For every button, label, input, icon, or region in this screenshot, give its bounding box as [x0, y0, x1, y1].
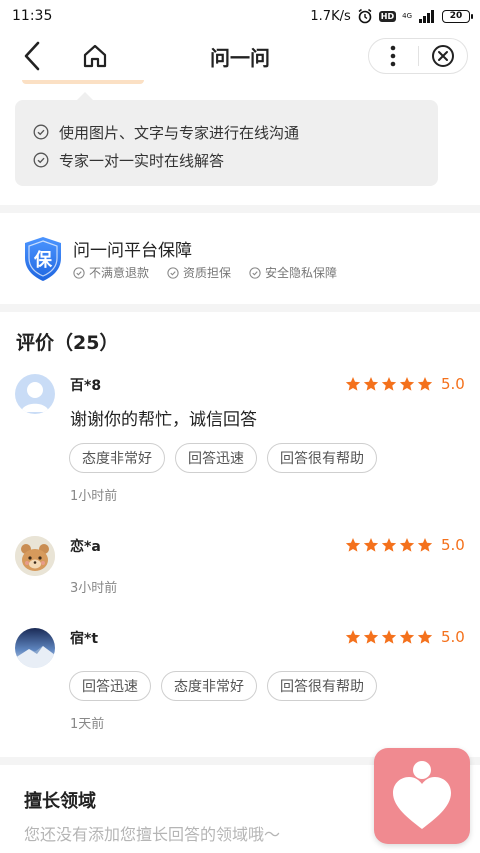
rating-score: 5.0 [441, 628, 465, 646]
review-tag: 回答很有帮助 [267, 443, 377, 473]
platform-guarantee[interactable]: 保 问一问平台保障 不满意退款 资质担保 安全隐私保障 [0, 214, 480, 304]
guarantee-item: 安全隐私保障 [249, 264, 337, 281]
reviewer-name: 百*8 [70, 378, 102, 394]
star-icon [345, 538, 361, 552]
star-icon [399, 377, 415, 391]
nav-bar: 问一问 [0, 32, 480, 80]
network-type: 4G [402, 11, 412, 20]
avatar[interactable] [15, 374, 55, 414]
floating-heart-button[interactable] [374, 748, 470, 844]
alarm-icon [357, 8, 373, 24]
status-time: 11:35 [12, 8, 53, 24]
avatar[interactable] [15, 628, 55, 668]
feature-row: 使用图片、文字与专家进行在线沟通 [33, 118, 438, 146]
feature-text: 使用图片、文字与专家进行在线沟通 [59, 123, 300, 142]
review-tag: 回答迅速 [69, 671, 151, 701]
star-icon [363, 630, 379, 644]
review-time: 1小时前 [70, 489, 118, 504]
home-icon[interactable] [80, 40, 110, 72]
star-rating: 5.0 [345, 536, 465, 554]
star-icon [363, 377, 379, 391]
review-item: 恋*a 5.0 3小时前 [0, 533, 480, 603]
hd-icon: HD [378, 10, 397, 22]
star-icon [399, 538, 415, 552]
guarantee-item-label: 安全隐私保障 [265, 266, 338, 280]
guarantee-item: 资质担保 [167, 264, 231, 281]
guarantee-badge-text: 保 [33, 249, 53, 271]
review-item: 百*8 5.0 谢谢你的帮忙，诚信回答 态度非常好 回答迅速 回答很有帮助 1小… [0, 372, 480, 512]
rating-score: 5.0 [441, 375, 465, 393]
review-text: 谢谢你的帮忙，诚信回答 [70, 410, 257, 430]
battery-icon: 20 [442, 9, 473, 23]
review-tags: 回答迅速 态度非常好 回答很有帮助 [69, 671, 377, 701]
features-card: 使用图片、文字与专家进行在线沟通 专家一对一实时在线解答 [15, 92, 438, 186]
back-icon[interactable] [18, 40, 46, 72]
review-tag: 回答很有帮助 [267, 671, 377, 701]
network-speed: 1.7K/s [310, 8, 351, 24]
review-item: 宿*t 5.0 回答迅速 态度非常好 回答很有帮助 1天前 [0, 625, 480, 735]
reviews-title: 评价（25） [16, 332, 119, 354]
star-icon [345, 377, 361, 391]
guarantee-title: 问一问平台保障 [73, 241, 192, 261]
guarantee-item-label: 不满意退款 [89, 266, 150, 280]
section-divider [0, 304, 480, 312]
star-icon [345, 630, 361, 644]
check-circle-icon [33, 152, 49, 168]
star-icon [363, 538, 379, 552]
close-icon[interactable] [418, 38, 467, 74]
guarantee-items: 不满意退款 资质担保 安全隐私保障 [73, 264, 337, 281]
check-circle-icon [33, 124, 49, 140]
review-time: 3小时前 [70, 581, 118, 596]
review-tag: 态度非常好 [69, 443, 165, 473]
more-icon[interactable] [369, 38, 418, 74]
avatar[interactable] [15, 536, 55, 576]
star-icon [417, 630, 433, 644]
expertise-title: 擅长领域 [24, 791, 96, 812]
feature-row: 专家一对一实时在线解答 [33, 146, 438, 174]
check-circle-icon [249, 266, 261, 279]
review-tag: 回答迅速 [175, 443, 257, 473]
reviewer-name: 宿*t [70, 631, 99, 647]
rating-score: 5.0 [441, 536, 465, 554]
star-icon [381, 538, 397, 552]
star-icon [399, 630, 415, 644]
star-icon [381, 377, 397, 391]
guarantee-item-label: 资质担保 [183, 266, 232, 280]
reviewer-name: 恋*a [70, 539, 101, 555]
star-icon [381, 630, 397, 644]
signal-icon [418, 9, 436, 23]
section-divider [0, 205, 480, 213]
star-rating: 5.0 [345, 628, 465, 646]
review-tags: 态度非常好 回答迅速 回答很有帮助 [69, 443, 377, 473]
guarantee-item: 不满意退款 [73, 264, 149, 281]
review-time: 1天前 [70, 717, 105, 732]
mini-program-capsule [368, 38, 468, 74]
orange-button-edge [22, 80, 144, 84]
star-icon [417, 377, 433, 391]
star-icon [417, 538, 433, 552]
star-rating: 5.0 [345, 375, 465, 393]
check-circle-icon [167, 266, 179, 279]
shield-icon: 保 [25, 237, 61, 281]
status-indicators: 1.7K/s HD 4G 20 [310, 8, 473, 24]
expertise-empty-text: 您还没有添加您擅长回答的领域哦～ [24, 825, 281, 844]
feature-text: 专家一对一实时在线解答 [59, 151, 225, 170]
heart-person-icon [393, 761, 451, 829]
review-tag: 态度非常好 [161, 671, 257, 701]
status-bar: 11:35 1.7K/s HD 4G 20 [0, 0, 480, 32]
check-circle-icon [73, 266, 85, 279]
